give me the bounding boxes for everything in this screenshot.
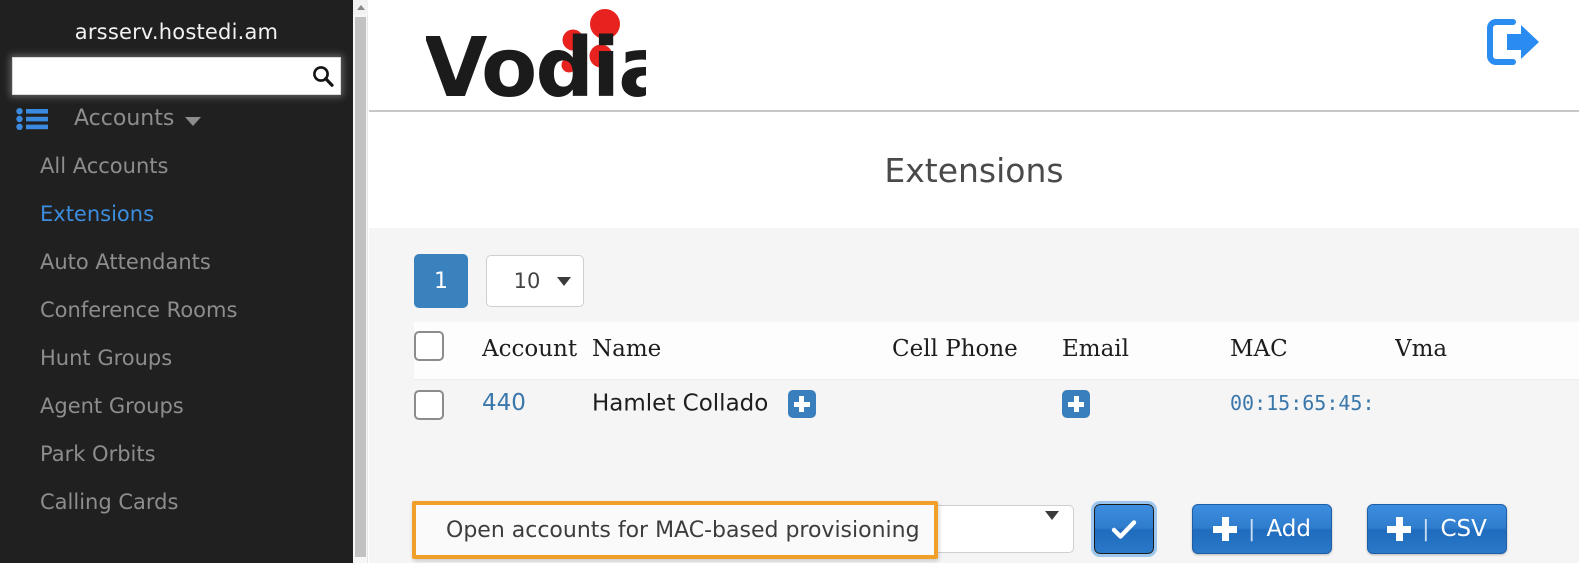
page-title: Extensions — [369, 112, 1579, 228]
pagination-controls: 1 10 — [414, 254, 1534, 308]
scrollbar-thumb[interactable] — [355, 17, 366, 557]
sidebar-item-extensions[interactable]: Extensions — [0, 190, 353, 238]
column-name[interactable]: Name — [592, 322, 892, 380]
column-email[interactable]: Email — [1062, 322, 1230, 380]
chevron-down-icon — [185, 116, 202, 126]
table-header-row: Account Name Cell Phone Email MAC Vma St… — [414, 322, 1579, 380]
logout-icon — [1487, 19, 1539, 65]
svg-text:Vodia: Vodia — [426, 21, 646, 103]
search-input[interactable] — [13, 58, 306, 94]
add-email-icon[interactable] — [1062, 390, 1090, 418]
csv-button-label: CSV — [1440, 516, 1487, 542]
cell-name: Hamlet Collado — [592, 380, 892, 459]
add-button[interactable]: | Add — [1192, 504, 1332, 554]
column-account[interactable]: Account — [482, 322, 592, 380]
sidebar-host-title: arsserv.hostedi.am — [74, 20, 279, 44]
chevron-down-icon — [557, 276, 571, 286]
cell-account: 440 — [482, 380, 592, 459]
row-select-cell — [414, 380, 482, 459]
extensions-table: Account Name Cell Phone Email MAC Vma St… — [414, 322, 1579, 458]
vodia-logo: Vodia — [424, 8, 673, 116]
page-size-value: 10 — [513, 269, 541, 293]
sidebar-item-calling-cards[interactable]: Calling Cards — [0, 478, 353, 526]
sidebar-group-label: Accounts — [74, 106, 175, 131]
brand-header: Vodia — [369, 0, 1579, 116]
cell-cell-phone — [892, 380, 1062, 459]
sidebar-item-auto-attendants[interactable]: Auto Attendants — [0, 238, 353, 286]
mac-address[interactable]: 00:15:65:45: — [1230, 391, 1375, 415]
csv-button[interactable]: | CSV — [1367, 504, 1507, 554]
page-scrollbar[interactable] — [353, 0, 368, 563]
page-number-button[interactable]: 1 — [414, 254, 468, 308]
account-name: Hamlet Collado — [592, 390, 769, 417]
add-button-label: Add — [1266, 516, 1311, 542]
select-all-checkbox[interactable] — [414, 331, 444, 361]
sidebar-item-agent-groups[interactable]: Agent Groups — [0, 382, 353, 430]
cell-mac: 00:15:65:45: — [1230, 380, 1395, 459]
plus-icon — [1213, 517, 1238, 541]
chevron-down-icon — [1045, 510, 1059, 539]
cell-email — [1062, 380, 1230, 459]
csv-button-separator: | — [1422, 516, 1430, 542]
bottom-toolbar: Open accounts for MAC-based provisioning… — [412, 495, 1534, 563]
sidebar-group-accounts[interactable]: Accounts — [0, 95, 353, 142]
search-icon[interactable] — [306, 64, 340, 88]
main-content: Vodia Extensions 1 10 Account Name Cell … — [369, 0, 1579, 563]
app-root: arsserv.hostedi.am Accounts All Accounts… — [0, 0, 1579, 563]
plus-icon — [1387, 517, 1412, 541]
cell-vmail — [1395, 380, 1579, 459]
column-mac[interactable]: MAC — [1230, 322, 1395, 380]
provisioning-select-value: Open accounts for MAC-based provisioning — [412, 501, 938, 559]
column-vmail[interactable]: Vma — [1395, 322, 1579, 380]
sidebar-search[interactable] — [12, 57, 341, 95]
chevron-up-icon — [356, 5, 365, 10]
add-cell-phone-icon[interactable] — [787, 390, 816, 418]
list-icon — [16, 107, 50, 130]
apply-button[interactable] — [1091, 501, 1157, 557]
provisioning-select[interactable]: Open accounts for MAC-based provisioning — [412, 501, 1074, 559]
row-checkbox[interactable] — [414, 390, 444, 420]
page-size-select[interactable]: 10 — [486, 255, 584, 307]
sidebar-item-conference-rooms[interactable]: Conference Rooms — [0, 286, 353, 334]
sidebar-item-hunt-groups[interactable]: Hunt Groups — [0, 334, 353, 382]
table-row: 440 Hamlet Collado 00:15:65:45: — [414, 380, 1579, 459]
scroll-up-button[interactable] — [353, 0, 368, 15]
select-all-header — [414, 322, 482, 380]
add-button-separator: | — [1248, 516, 1256, 542]
account-link[interactable]: 440 — [482, 390, 526, 416]
sidebar-item-all-accounts[interactable]: All Accounts — [0, 142, 353, 190]
check-icon — [1111, 520, 1137, 539]
logout-button[interactable] — [1481, 14, 1543, 70]
sidebar: arsserv.hostedi.am Accounts All Accounts… — [0, 0, 353, 563]
column-cell-phone[interactable]: Cell Phone — [892, 322, 1062, 380]
extensions-panel: 1 10 Account Name Cell Phone Email MAC V… — [369, 228, 1579, 563]
sidebar-item-park-orbits[interactable]: Park Orbits — [0, 430, 353, 478]
